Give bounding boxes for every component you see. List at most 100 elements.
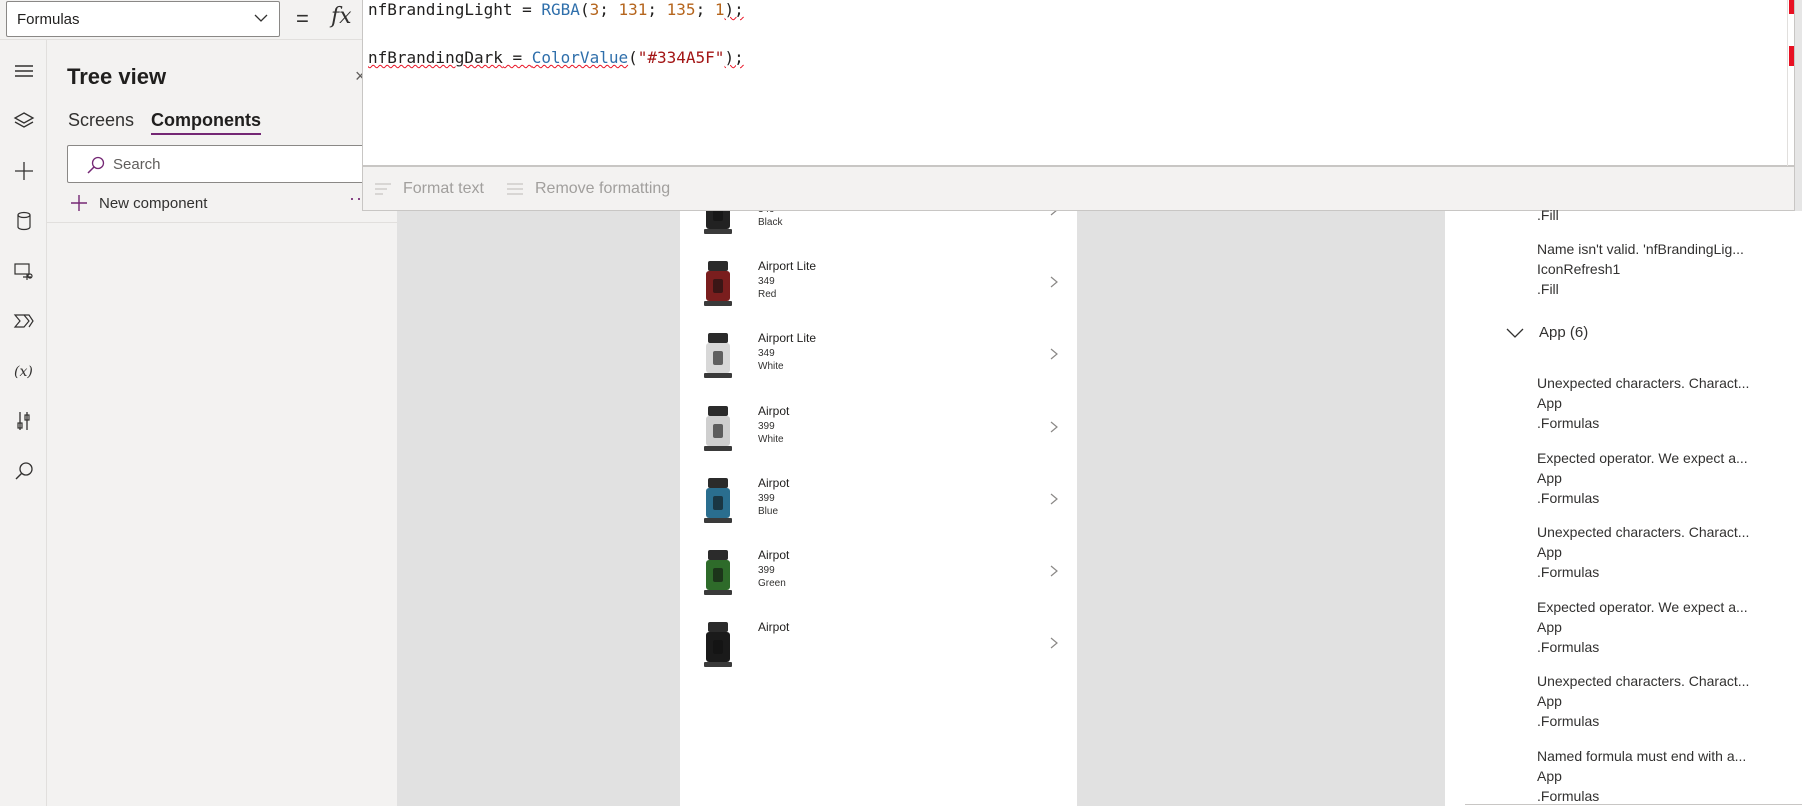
tree-search-input[interactable]: Search <box>67 145 397 183</box>
formula-separator: ; <box>647 0 667 19</box>
error-item[interactable]: Expected operator. We expect a... App .For… <box>1537 597 1748 657</box>
gallery-item-color: White <box>758 361 784 373</box>
format-text-icon <box>375 183 391 195</box>
error-item[interactable]: Expected operator. We expect a... App .For… <box>1537 448 1748 508</box>
search-icon <box>87 156 105 174</box>
error-property: .Fill <box>1537 207 1559 223</box>
error-item[interactable]: Unexpected characters. Charact... App .For… <box>1537 671 1749 731</box>
gallery-item[interactable]: Airpot <box>680 608 1077 680</box>
layers-icon[interactable] <box>0 101 47 141</box>
gallery-item-title: Airpot <box>758 620 790 635</box>
variables-icon[interactable]: (x) <box>0 351 47 391</box>
remove-formatting-icon <box>507 183 523 195</box>
tree-view-panel: Tree view × Screens Components Search Ne… <box>47 40 397 806</box>
gallery-item[interactable]: Airport Lite 349 White <box>680 319 1077 391</box>
tools-icon[interactable] <box>0 401 47 441</box>
error-control: App <box>1537 618 1562 635</box>
gallery-item-title: Airport Lite <box>758 258 817 273</box>
product-image <box>704 477 732 523</box>
tab-components[interactable]: Components <box>151 110 261 135</box>
power-automate-icon[interactable] <box>0 301 47 341</box>
property-dropdown[interactable]: Formulas <box>6 1 280 37</box>
error-property: .Formulas <box>1537 713 1600 729</box>
fx-icon[interactable]: fx <box>331 4 352 29</box>
formula-function: ColorValue <box>531 48 629 67</box>
divider <box>1465 804 1802 805</box>
format-text-button[interactable]: Format text <box>373 180 484 198</box>
new-component-button[interactable]: New component <box>69 190 207 216</box>
chevron-right-icon[interactable] <box>1048 564 1060 578</box>
formula-function: RGBA <box>541 0 580 19</box>
svg-text:(x): (x) <box>14 364 33 380</box>
gallery-item-title: Airport Lite <box>758 331 817 346</box>
error-control: App <box>1537 469 1562 486</box>
formula-paren: ( <box>628 48 638 67</box>
error-message: Expected operator. We expect a... <box>1537 449 1748 466</box>
formula-line-2[interactable]: nfBrandingDark = ColorValue("#334A5F"); <box>368 48 744 67</box>
product-image <box>704 260 732 306</box>
gallery-item-color: Red <box>758 288 777 300</box>
error-fragment: .Fill <box>1537 205 1559 225</box>
gallery-item-title: Airpot <box>758 548 790 563</box>
property-dropdown-value: Formulas <box>17 11 80 28</box>
equals-sign: = <box>296 6 309 31</box>
plus-icon[interactable] <box>0 151 47 191</box>
error-item[interactable]: Named formula must end with a... App .Form… <box>1537 746 1746 806</box>
new-component-label: New component <box>99 194 208 212</box>
error-property: .Formulas <box>1537 787 1600 804</box>
tree-view-title: Tree view <box>67 64 167 89</box>
errors-pane: .Fill Name isn't valid. 'nfBrandingLig..… <box>1445 207 1802 806</box>
error-message: Named formula must end with a... <box>1537 747 1747 764</box>
error-property: .Formulas <box>1537 564 1600 580</box>
product-image <box>704 550 732 596</box>
gallery-item[interactable]: Airport Lite 349 Red <box>680 247 1077 319</box>
gallery-item-color: Black <box>758 216 783 228</box>
chevron-down-icon <box>254 14 268 22</box>
formula-name: nfBrandingLight <box>368 0 513 19</box>
editor-scrollbar[interactable] <box>1787 0 1788 166</box>
plus-icon <box>71 195 87 211</box>
error-message: Unexpected characters. Charact... <box>1537 524 1750 540</box>
error-item[interactable]: Unexpected characters. Charact... App .For… <box>1537 522 1749 582</box>
gallery-item-title: Airpot <box>758 475 790 490</box>
chevron-right-icon[interactable] <box>1048 636 1060 650</box>
gallery-item[interactable]: Airpot 399 Blue <box>680 464 1077 536</box>
error-item[interactable]: Unexpected characters. Charact... App .For… <box>1537 373 1749 433</box>
chevron-right-icon[interactable] <box>1048 420 1060 434</box>
gallery-item[interactable]: Airpot 399 Green <box>680 536 1077 608</box>
error-control: App <box>1537 693 1562 709</box>
error-marker <box>1789 46 1794 66</box>
canvas-margin <box>1381 211 1445 806</box>
remove-formatting-label: Remove formatting <box>535 180 671 197</box>
formula-line-1[interactable]: nfBrandingLight = RGBA(3; 131; 135; 1); <box>368 0 744 19</box>
gallery-item-price: 399 <box>758 492 775 504</box>
error-group-app[interactable]: App (6) <box>1505 324 1588 341</box>
property-bar: Formulas = fx <box>0 0 365 40</box>
error-group-label: App (6) <box>1539 324 1589 341</box>
chevron-right-icon[interactable] <box>1048 347 1060 361</box>
chevron-right-icon[interactable] <box>1048 492 1060 506</box>
error-message: Expected operator. We expect a... <box>1537 598 1748 615</box>
formula-close: ); <box>724 0 744 19</box>
formula-arg: 131 <box>618 0 648 19</box>
error-control: IconRefresh1 <box>1537 261 1621 277</box>
tree-search-placeholder: Search <box>113 156 161 173</box>
hamburger-icon[interactable] <box>0 51 47 91</box>
formula-arg: 135 <box>666 0 696 19</box>
formula-editor[interactable]: nfBrandingLight = RGBA(3; 131; 135; 1); … <box>362 0 1795 166</box>
error-item[interactable]: Name isn't valid. 'nfBrandingLig... Icon… <box>1537 239 1744 299</box>
gallery-item-price: 399 <box>758 420 775 432</box>
tab-screens[interactable]: Screens <box>68 110 134 133</box>
media-icon[interactable] <box>0 251 47 291</box>
formula-separator: ; <box>599 0 619 19</box>
remove-formatting-button[interactable]: Remove formatting <box>505 180 670 198</box>
divider <box>47 222 397 223</box>
database-icon[interactable] <box>0 201 47 241</box>
gallery-item[interactable]: Airpot 399 White <box>680 392 1077 464</box>
error-marker <box>1789 0 1794 14</box>
gallery-item-color: Blue <box>758 505 779 517</box>
error-message: Unexpected characters. Charact... <box>1537 375 1750 391</box>
chevron-right-icon[interactable] <box>1048 275 1060 289</box>
product-image <box>704 622 732 668</box>
search-icon[interactable] <box>0 451 47 491</box>
